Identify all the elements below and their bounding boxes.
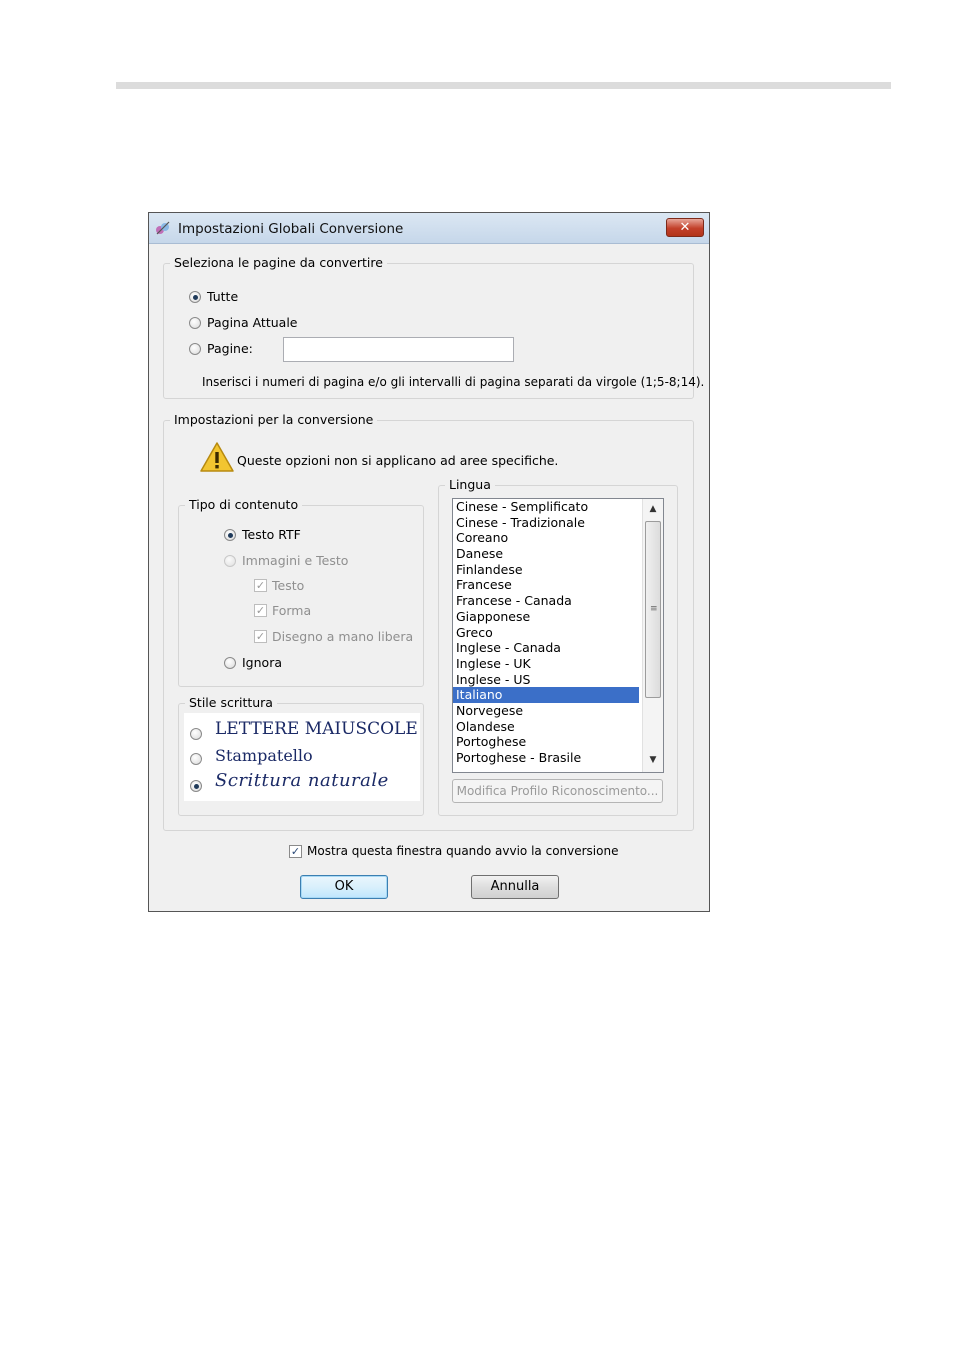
- modify-recognition-profile-button[interactable]: Modifica Profilo Riconoscimento...: [452, 779, 663, 803]
- ok-button[interactable]: OK: [300, 875, 388, 899]
- capital-letters-sample: LETTERE MAIUSCOLE: [215, 719, 418, 739]
- pages-group-title: Seleziona le pagine da convertire: [170, 255, 387, 270]
- close-icon: ✕: [679, 220, 691, 235]
- checkbox-freehand[interactable]: ✓: [254, 630, 267, 643]
- language-item[interactable]: Francese - Canada: [453, 593, 639, 609]
- natural-handwriting-sample: Scrittura naturale: [215, 770, 389, 791]
- scrollbar-thumb[interactable]: ≡: [645, 521, 661, 698]
- radio-capital-letters[interactable]: [190, 728, 202, 740]
- language-item[interactable]: Greco: [453, 625, 639, 641]
- language-item-selected[interactable]: Italiano: [453, 687, 639, 703]
- dialog-title: Impostazioni Globali Conversione: [178, 221, 404, 237]
- title-bar[interactable]: Impostazioni Globali Conversione ✕: [149, 213, 709, 244]
- language-item[interactable]: Danese: [453, 546, 639, 562]
- radio-ignore[interactable]: [224, 657, 236, 669]
- radio-natural-handwriting[interactable]: [190, 780, 202, 792]
- language-item[interactable]: Olandese: [453, 719, 639, 735]
- radio-all-pages-label: Tutte: [207, 289, 239, 304]
- radio-current-page-label: Pagina Attuale: [207, 315, 298, 330]
- language-items: Cinese - Semplificato Cinese - Tradizion…: [453, 499, 663, 766]
- language-list[interactable]: Cinese - Semplificato Cinese - Tradizion…: [452, 498, 664, 773]
- show-dialog-checkbox[interactable]: ✓: [289, 845, 302, 858]
- close-button[interactable]: ✕: [666, 218, 704, 237]
- checkbox-form[interactable]: ✓: [254, 604, 267, 617]
- radio-ignore-label: Ignora: [242, 655, 282, 670]
- writing-style-title: Stile scrittura: [185, 695, 277, 710]
- language-item[interactable]: Norvegese: [453, 703, 639, 719]
- cancel-button[interactable]: Annulla: [471, 875, 559, 899]
- scroll-up-icon[interactable]: ▲: [643, 501, 663, 518]
- language-item[interactable]: Inglese - Canada: [453, 640, 639, 656]
- radio-all-pages[interactable]: [189, 291, 201, 303]
- language-scrollbar[interactable]: ▲ ≡ ▼: [642, 499, 663, 772]
- content-type-title: Tipo di contenuto: [185, 497, 303, 512]
- global-conversion-settings-dialog: Impostazioni Globali Conversione ✕ Selez…: [148, 212, 710, 912]
- checkbox-freehand-label: Disegno a mano libera: [272, 629, 414, 644]
- checkbox-text-label: Testo: [272, 578, 305, 593]
- language-title: Lingua: [445, 477, 495, 492]
- warning-icon: [200, 442, 234, 472]
- radio-current-page[interactable]: [189, 317, 201, 329]
- radio-images-text[interactable]: [224, 555, 236, 567]
- scroll-down-icon[interactable]: ▼: [643, 752, 663, 769]
- radio-block-print[interactable]: [190, 753, 202, 765]
- radio-images-text-label: Immagini e Testo: [242, 553, 349, 568]
- language-item[interactable]: Portoghese: [453, 734, 639, 750]
- show-dialog-checkbox-label: Mostra questa finestra quando avvio la c…: [307, 844, 619, 858]
- language-item[interactable]: Inglese - US: [453, 672, 639, 688]
- page-header-rule: [116, 82, 891, 89]
- radio-rtf-text[interactable]: [224, 529, 236, 541]
- warning-text: Queste opzioni non si applicano ad aree …: [237, 453, 559, 468]
- language-item[interactable]: Giapponese: [453, 609, 639, 625]
- radio-page-range[interactable]: [189, 343, 201, 355]
- app-icon: [156, 221, 170, 235]
- block-print-sample: Stampatello: [215, 746, 313, 765]
- radio-rtf-text-label: Testo RTF: [242, 527, 301, 542]
- language-item[interactable]: Coreano: [453, 530, 639, 546]
- language-item[interactable]: Portoghese - Brasile: [453, 750, 639, 766]
- language-item[interactable]: Inglese - UK: [453, 656, 639, 672]
- conversion-settings-title: Impostazioni per la conversione: [170, 412, 378, 427]
- language-item[interactable]: Cinese - Semplificato: [453, 499, 639, 515]
- checkbox-form-label: Forma: [272, 603, 312, 618]
- language-item[interactable]: Finlandese: [453, 562, 639, 578]
- page-range-hint: Inserisci i numeri di pagina e/o gli int…: [202, 375, 705, 389]
- content-type-group: Tipo di contenuto: [178, 497, 424, 687]
- language-item[interactable]: Francese: [453, 577, 639, 593]
- language-item[interactable]: Cinese - Tradizionale: [453, 515, 639, 531]
- checkbox-text[interactable]: ✓: [254, 579, 267, 592]
- page-range-input[interactable]: [283, 337, 514, 362]
- radio-page-range-label: Pagine:: [207, 341, 253, 356]
- grip-icon: ≡: [650, 604, 658, 614]
